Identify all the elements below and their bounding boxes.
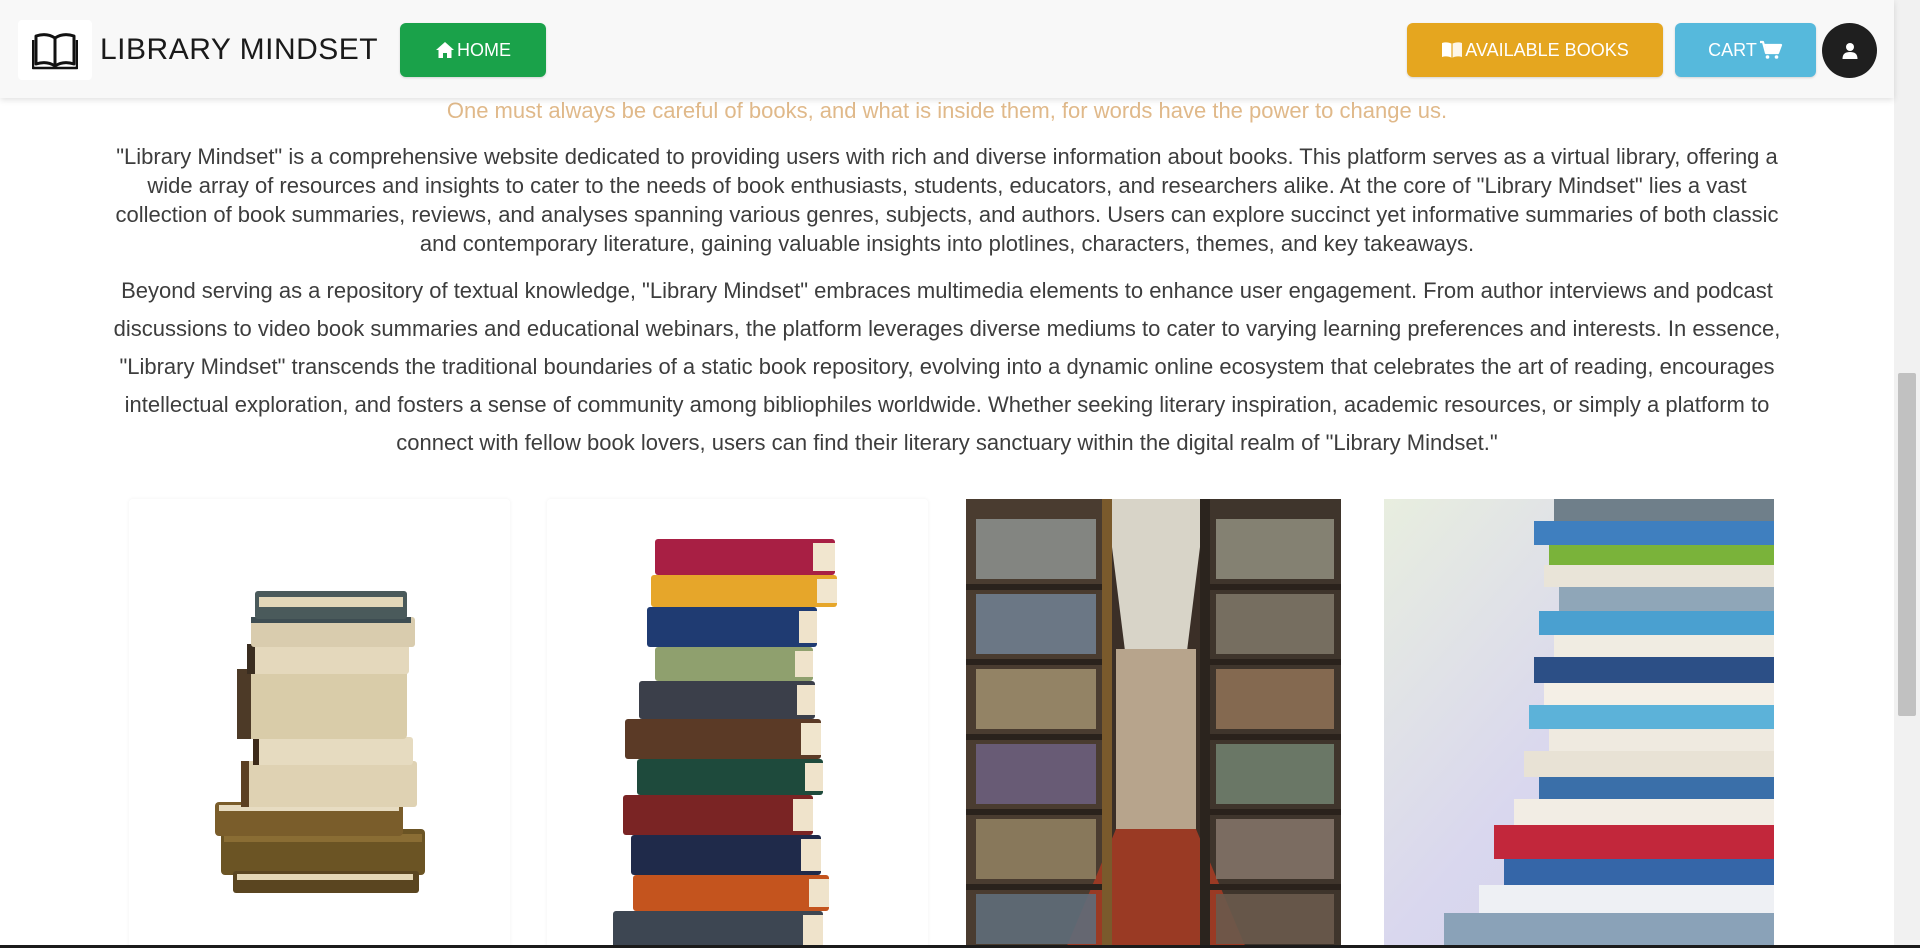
user-icon xyxy=(1842,42,1857,59)
colorful-book-stack-image xyxy=(613,539,837,948)
book-card[interactable] xyxy=(547,499,928,948)
vertical-scrollbar[interactable] xyxy=(1894,0,1920,948)
house-icon xyxy=(436,42,454,58)
navbar: LIBRARY MINDSET HOME AVAILABLE BOOKS CAR… xyxy=(0,0,1894,98)
cart-label: CART xyxy=(1708,39,1757,60)
cart-icon xyxy=(1759,40,1782,59)
home-button[interactable]: HOME xyxy=(400,23,546,77)
library-aisle-image xyxy=(966,499,1341,948)
scrollbar-thumb[interactable] xyxy=(1898,373,1916,716)
cart-button[interactable]: CART xyxy=(1675,23,1816,77)
book-card[interactable] xyxy=(1384,499,1774,948)
multimedia-paragraph: Beyond serving as a repository of textua… xyxy=(113,278,1781,455)
open-book-icon xyxy=(18,20,92,80)
book-pile-photo-image xyxy=(1384,499,1774,948)
book-card[interactable] xyxy=(966,499,1341,948)
user-menu-button[interactable] xyxy=(1822,23,1877,78)
available-books-label: AVAILABLE BOOKS xyxy=(1465,39,1629,60)
brand-title: LIBRARY MINDSET xyxy=(100,33,379,66)
brand[interactable]: LIBRARY MINDSET xyxy=(18,20,378,80)
books-icon xyxy=(1442,42,1463,58)
home-label: HOME xyxy=(457,39,511,60)
old-book-stack-image xyxy=(215,591,425,893)
book-card[interactable] xyxy=(129,499,510,948)
quote-text: One must always be careful of books, and… xyxy=(446,98,1448,123)
intro-paragraph: "Library Mindset" is a comprehensive web… xyxy=(115,144,1779,256)
available-books-button[interactable]: AVAILABLE BOOKS xyxy=(1407,23,1663,77)
